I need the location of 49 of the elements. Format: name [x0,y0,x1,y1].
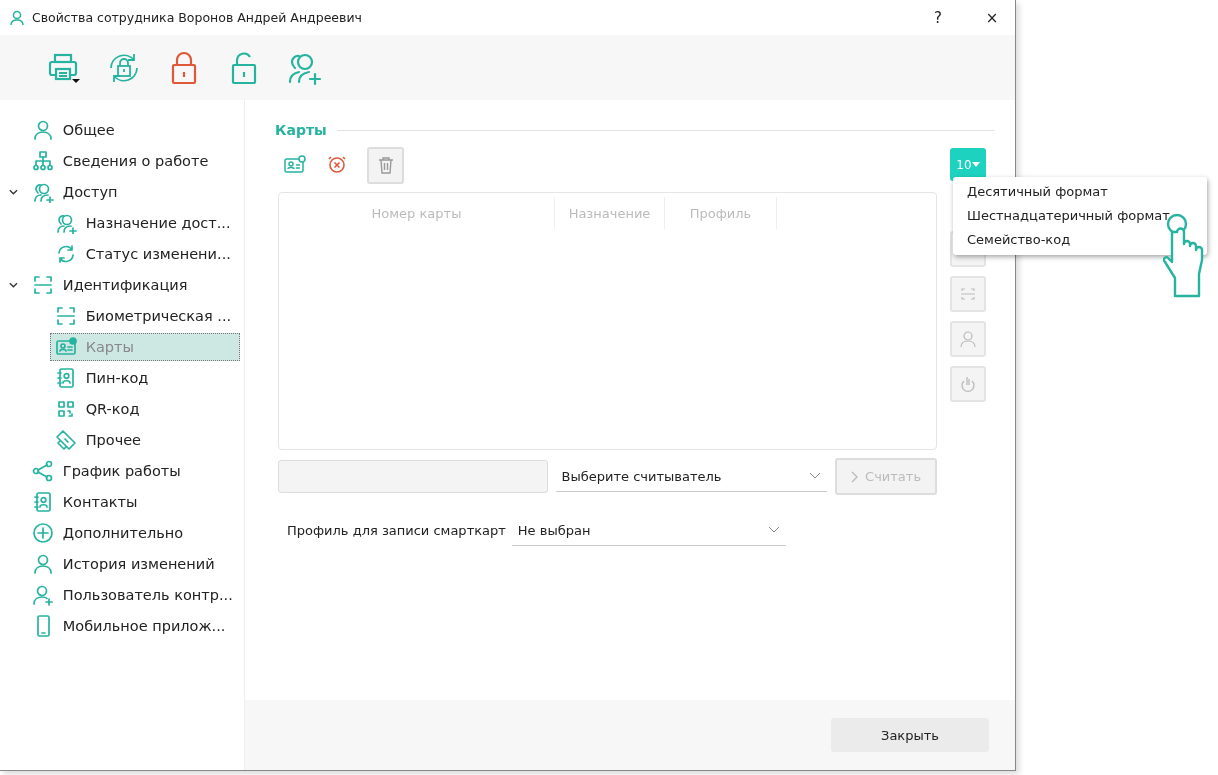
delete-button[interactable] [367,146,404,184]
scan-frame-icon [54,304,77,327]
sidebar-item[interactable]: Доступ [26,177,240,206]
person-icon [31,118,54,141]
sidebar-item[interactable]: Пин-код [49,363,240,392]
sidebar-item[interactable]: Прочее [49,425,240,454]
contact-book-icon [54,366,77,389]
person-icon [960,330,976,348]
touch-button[interactable] [950,366,986,402]
plus-circle-icon [31,521,54,544]
card-number-field[interactable] [278,460,548,493]
sidebar-item[interactable]: Назначение дост... [49,208,240,237]
contact-book-icon [31,490,54,513]
person-add-icon [31,583,54,606]
sidebar-item[interactable]: История изменений [26,549,240,578]
scan-button[interactable] [950,276,986,312]
tag-icon [54,428,77,451]
sidebar-item[interactable]: Сведения о работе [26,146,240,175]
section-title: Карты [275,122,327,138]
share-icon [31,459,54,482]
chevron-down-icon [809,472,822,480]
sidebar-item[interactable]: Пользователь контр... [26,580,240,609]
sidebar-item[interactable]: Биометрическая ... [49,301,240,330]
sidebar-item[interactable]: Статус изменени... [49,239,240,268]
scan-icon [960,286,976,302]
trash-icon [377,156,394,174]
touch-icon [960,375,976,393]
person-button[interactable] [950,321,986,357]
chevron-right-icon [851,470,860,483]
window-title: Свойства сотрудника Воронов Андрей Андреевич [32,10,363,25]
close-button[interactable]: Закрыть [831,718,989,752]
caret-icon [971,162,980,167]
hierarchy-icon [31,149,54,172]
scan-frame-icon [31,273,54,296]
help-button[interactable]: ? [915,0,961,35]
sidebar-item[interactable]: График работы [26,456,240,485]
person-icon [31,552,54,575]
sidebar-item[interactable]: Дополнительно [26,518,240,547]
close-button[interactable]: × [969,0,1015,35]
sidebar-item[interactable]: QR-код [49,394,240,423]
sidebar-item[interactable]: Идентификация [26,270,240,299]
sidebar-item[interactable]: Контакты [26,487,240,516]
profile-label: Профиль для записи смарткарт [287,523,506,538]
sidebar-item[interactable]: Мобильное прилож... [26,611,240,640]
menu-item[interactable]: Десятичный формат [953,180,1207,204]
sidebar-item[interactable]: Общее [26,115,240,144]
id-card-icon [54,335,77,358]
chevron-down-icon [767,526,780,534]
person-icon [10,9,24,26]
